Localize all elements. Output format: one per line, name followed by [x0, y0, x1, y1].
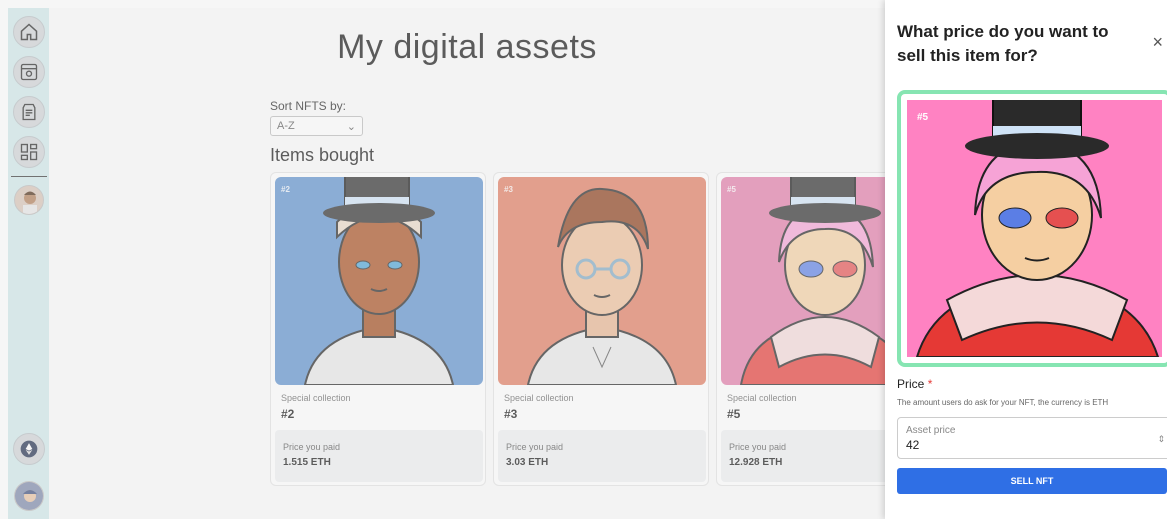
nft-preview-tag: #5 — [917, 112, 929, 123]
price-input[interactable] — [906, 438, 1106, 452]
store-icon — [20, 63, 37, 81]
modal-title: What price do you want to sell this item… — [897, 22, 1109, 65]
price-paid-value: 1.515 ETH — [283, 457, 331, 468]
nft-card[interactable]: #3 Special collection #3 Price you paid … — [493, 172, 709, 486]
sell-nft-button[interactable]: SELL NFT — [897, 468, 1167, 494]
price-paid-value: 3.03 ETH — [506, 457, 549, 468]
price-paid-label: Price you paid — [506, 442, 564, 452]
nft-preview: #5 — [897, 90, 1167, 367]
user-avatar[interactable] — [13, 481, 44, 511]
page-title: My digital assets — [337, 28, 597, 66]
price-paid-label: Price you paid — [729, 442, 787, 452]
price-field-label: Asset price — [906, 425, 956, 436]
nft-number: #3 — [504, 407, 518, 421]
sidebar-divider — [10, 176, 47, 177]
wallet-icon — [22, 103, 35, 121]
price-paid-value: 12.928 ETH — [729, 457, 783, 468]
sort-select[interactable]: A-Z ⌄ — [270, 116, 363, 136]
sort-value: A-Z — [277, 120, 295, 132]
nft-number: #2 — [281, 407, 295, 421]
home-button[interactable] — [12, 16, 45, 48]
nft-card[interactable]: #2 Special collection #2 Price you paid … — [270, 172, 486, 486]
ethereum-button[interactable] — [12, 433, 45, 465]
dashboard-button[interactable] — [12, 136, 45, 168]
nft-tag: #3 — [504, 185, 513, 194]
collection-label: Special collection — [727, 393, 797, 403]
required-mark: * — [927, 377, 933, 391]
wallet-button[interactable] — [12, 96, 45, 128]
collection-label: Special collection — [281, 393, 351, 403]
sidebar — [8, 8, 49, 519]
nft-image — [498, 177, 706, 385]
close-icon[interactable]: × — [1152, 32, 1163, 53]
section-title: Items bought — [270, 145, 375, 165]
dashboard-icon — [20, 143, 37, 161]
price-paid-label: Price you paid — [283, 442, 341, 452]
home-icon — [20, 23, 37, 41]
sort-label: Sort NFTS by: — [270, 99, 347, 113]
sell-modal: What price do you want to sell this item… — [885, 0, 1167, 519]
store-button[interactable] — [12, 56, 45, 88]
price-label: Price * — [897, 377, 932, 391]
collection-label: Special collection — [504, 393, 574, 403]
price-hint: The amount users do ask for your NFT, th… — [897, 398, 1109, 407]
chevron-down-icon: ⌄ — [346, 120, 356, 133]
price-field[interactable]: Asset price ⇕ — [897, 417, 1167, 459]
price-label-text: Price — [897, 377, 925, 391]
nft-number: #5 — [727, 407, 741, 421]
nft-tag: #2 — [281, 185, 290, 194]
stepper-icon[interactable]: ⇕ — [1157, 434, 1165, 445]
nft-image — [275, 177, 483, 385]
profile-avatar[interactable] — [13, 185, 44, 215]
nft-preview-image: #5 — [907, 100, 1162, 357]
nft-tag: #5 — [727, 185, 736, 194]
price-paid-box: Price you paid 1.515 ETH — [275, 430, 483, 482]
price-paid-box: Price you paid 3.03 ETH — [498, 430, 706, 482]
ethereum-icon — [20, 440, 37, 458]
main-content: My digital assets Sort NFTS by: A-Z ⌄ It… — [49, 8, 932, 519]
